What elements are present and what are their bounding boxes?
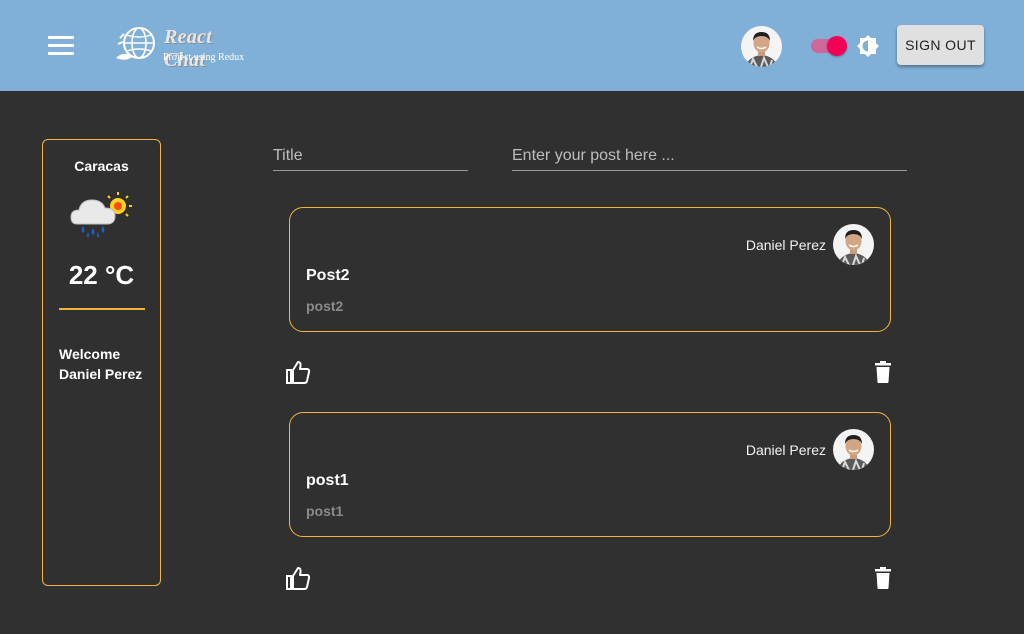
post-body: post1 (306, 503, 344, 519)
weather-card: Caracas 22 °C Welcome Daniel Perez (42, 139, 161, 586)
post-input[interactable] (512, 137, 907, 170)
rain-cloud-sun-icon (69, 190, 135, 245)
post-title: Post2 (306, 267, 350, 284)
theme-toggle[interactable] (809, 35, 849, 57)
author-avatar (833, 429, 874, 470)
welcome-message: Welcome Daniel Perez (59, 344, 142, 384)
post-field (512, 137, 907, 171)
sign-out-button[interactable]: SIGN OUT (897, 25, 984, 65)
title-field (273, 137, 468, 171)
user-avatar[interactable] (741, 26, 782, 67)
thumb-up-icon[interactable] (285, 565, 311, 591)
author-avatar (833, 224, 874, 265)
city-name: Caracas (74, 158, 129, 174)
post-author: Daniel Perez (745, 237, 826, 253)
delete-icon[interactable] (872, 566, 894, 590)
brightness-icon[interactable] (856, 34, 880, 58)
toggle-thumb (827, 36, 847, 56)
title-input[interactable] (273, 137, 468, 170)
post-author: Daniel Perez (745, 442, 826, 458)
app-logo[interactable]: React Chat Project using Redux (114, 24, 254, 71)
post-card: Daniel Perez Post2 post2 (289, 207, 891, 332)
logo-title: React Chat (164, 26, 213, 71)
logo-subtitle: Project using Redux (163, 52, 245, 63)
divider (59, 308, 145, 310)
welcome-label: Welcome (59, 346, 121, 362)
app-bar: React Chat Project using Redux SIGN OUT (0, 0, 1024, 91)
thumb-up-icon[interactable] (285, 359, 311, 385)
welcome-user-name: Daniel Perez (59, 366, 143, 382)
globe-icon (116, 27, 155, 60)
post-title: post1 (306, 472, 349, 489)
post-body: post2 (306, 298, 344, 314)
menu-icon[interactable] (44, 30, 80, 62)
post-card: Daniel Perez post1 post1 (289, 412, 891, 537)
temperature: 22 °C (68, 260, 135, 290)
delete-icon[interactable] (872, 360, 894, 384)
